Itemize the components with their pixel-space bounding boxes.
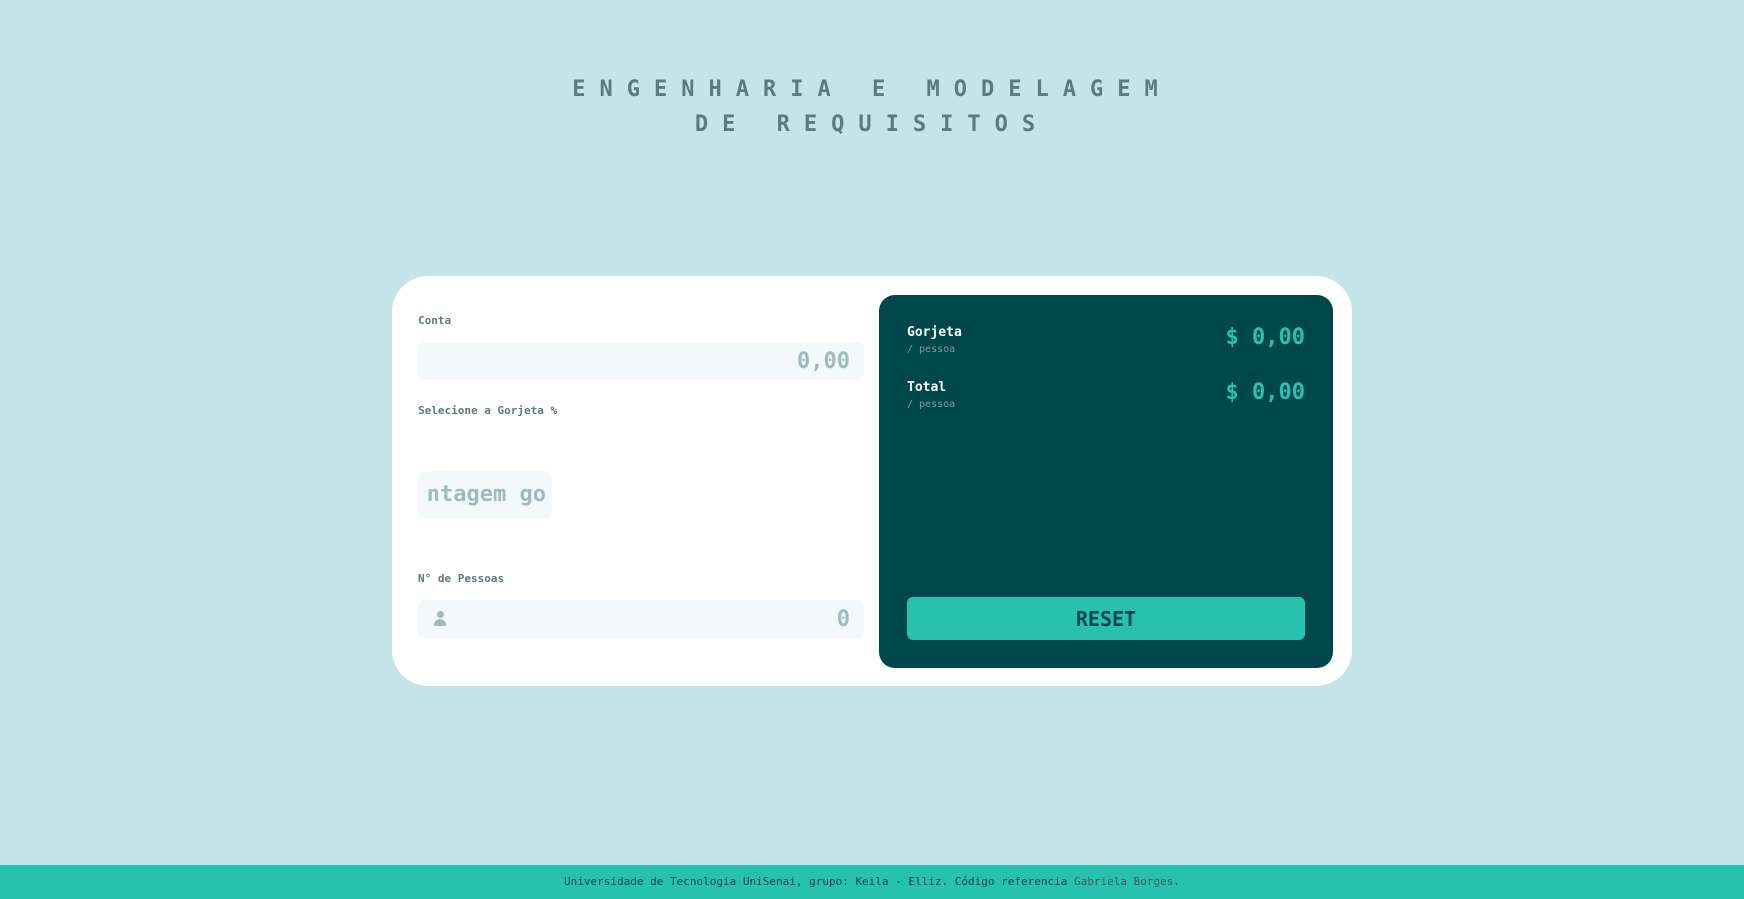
total-value: $ 0,00 [1225, 380, 1305, 405]
total-row: Total / pessoa $ 0,00 [907, 380, 1305, 420]
tip-select-label: Selecione a Gorjeta % [418, 404, 558, 417]
people-input[interactable] [418, 600, 864, 638]
footer: Universidade de Tecnologia UniSenai, gru… [0, 865, 1744, 899]
reset-button[interactable]: RESET [907, 597, 1305, 640]
people-field [418, 600, 864, 638]
page-title: ENGENHARIA E MODELAGEM DE REQUISITOS [0, 72, 1744, 142]
tip-amount-value: $ 0,00 [1225, 325, 1305, 350]
custom-tip-input[interactable] [418, 471, 552, 518]
custom-tip-field [418, 471, 552, 518]
page-title-line-2: DE REQUISITOS [694, 112, 1050, 137]
footer-suffix: . [1173, 875, 1180, 888]
results-panel: Gorjeta / pessoa $ 0,00 Total / pessoa $… [879, 295, 1333, 668]
people-label: N° de Pessoas [418, 572, 505, 585]
footer-reference-link[interactable]: Gabriela Borges [1074, 875, 1173, 888]
bill-field [418, 342, 864, 380]
bill-label: Conta [418, 314, 452, 327]
page-title-line-1: ENGENHARIA E MODELAGEM [572, 77, 1172, 102]
tip-amount-row: Gorjeta / pessoa $ 0,00 [907, 325, 1305, 365]
bill-input[interactable] [418, 342, 864, 380]
footer-text: Universidade de Tecnologia UniSenai, gru… [564, 875, 1074, 888]
person-icon [434, 611, 446, 627]
calculator-card: Conta Selecione a Gorjeta % N° de Pessoa… [392, 276, 1352, 686]
